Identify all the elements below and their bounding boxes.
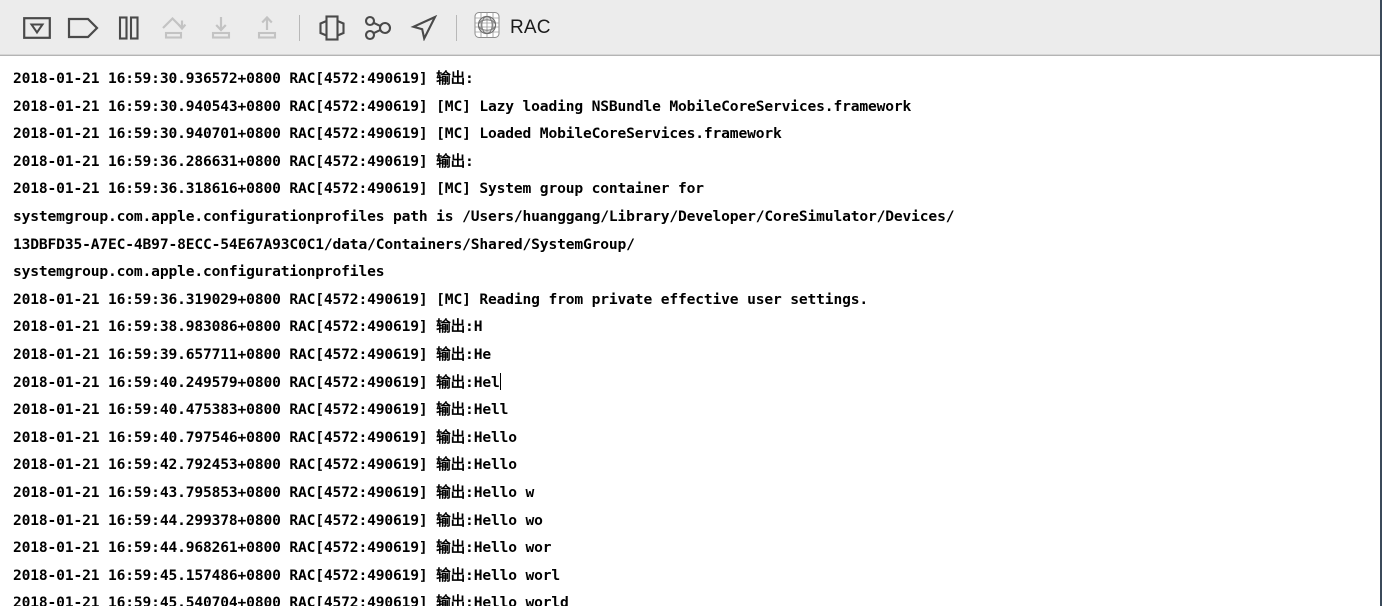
console-log-line: systemgroup.com.apple.configurationprofi… [13, 263, 385, 281]
console-log-line: 2018-01-21 16:59:36.319029+0800 RAC[4572… [13, 290, 868, 308]
debug-toolbar: RAC [0, 0, 1380, 56]
simulate-location-button[interactable] [401, 8, 447, 48]
step-out-button[interactable] [244, 8, 290, 48]
step-over-button[interactable] [152, 8, 198, 48]
console-log-line: 2018-01-21 16:59:30.940543+0800 RAC[4572… [13, 97, 912, 115]
rect-with-down-triangle-icon [23, 16, 51, 39]
step-out-icon [254, 15, 280, 41]
console-log-line: 2018-01-21 16:59:43.795853+0800 RAC[4572… [13, 483, 535, 501]
console-log-line: 2018-01-21 16:59:44.968261+0800 RAC[4572… [13, 539, 552, 557]
console-log-line: 2018-01-21 16:59:40.475383+0800 RAC[4572… [13, 401, 509, 419]
toolbar-separator-1 [299, 14, 300, 41]
console-log-line: 2018-01-21 16:59:45.157486+0800 RAC[4572… [13, 566, 561, 584]
grid-globe-icon [472, 10, 502, 45]
memory-graph-icon [363, 15, 393, 41]
console-log-line: 2018-01-21 16:59:36.318616+0800 RAC[4572… [13, 180, 704, 198]
step-over-icon [160, 15, 190, 41]
console-log-line: systemgroup.com.apple.configurationprofi… [13, 207, 955, 225]
console-log-line: 2018-01-21 16:59:44.299378+0800 RAC[4572… [13, 511, 543, 529]
breakpoint-tag-icon [67, 17, 99, 39]
toolbar-separator-2 [456, 14, 457, 41]
view-hierarchy-icon [317, 14, 347, 41]
console-log-line: 2018-01-21 16:59:30.940701+0800 RAC[4572… [13, 125, 782, 143]
console-log-line: 2018-01-21 16:59:36.286631+0800 RAC[4572… [13, 152, 474, 170]
breakpoints-button[interactable] [60, 8, 106, 48]
console-log-line: 2018-01-21 16:59:38.983086+0800 RAC[4572… [13, 318, 483, 336]
memory-graph-button[interactable] [355, 8, 401, 48]
pause-button[interactable] [106, 8, 152, 48]
console-log-line: 2018-01-21 16:59:42.792453+0800 RAC[4572… [13, 456, 517, 474]
console-log-line: 2018-01-21 16:59:40.797546+0800 RAC[4572… [13, 428, 517, 446]
scheme-label[interactable]: RAC [510, 17, 551, 39]
location-arrow-icon [410, 14, 438, 41]
step-into-button[interactable] [198, 8, 244, 48]
console-log-line: 2018-01-21 16:59:30.936572+0800 RAC[4572… [13, 70, 474, 87]
console-log-line: 13DBFD35-A7EC-4B97-8ECC-54E67A93C0C1/dat… [13, 235, 635, 253]
console-log-line: 2018-01-21 16:59:40.249579+0800 RAC[4572… [13, 372, 502, 391]
xcode-debug-window: RAC 2018-01-21 16:59:30.936572+0800 RAC[… [0, 0, 1382, 606]
console-output-area[interactable]: 2018-01-21 16:59:30.936572+0800 RAC[4572… [0, 57, 1380, 606]
pause-icon [118, 15, 140, 40]
console-log-line: 2018-01-21 16:59:45.540704+0800 RAC[4572… [13, 594, 569, 606]
hide-debug-area-button[interactable] [14, 8, 60, 48]
console-log-line: 2018-01-21 16:59:39.657711+0800 RAC[4572… [13, 345, 491, 363]
view-debugging-button[interactable] [309, 8, 355, 48]
step-into-icon [208, 15, 234, 41]
scheme-grid-button[interactable] [470, 11, 504, 45]
text-caret [499, 372, 502, 390]
